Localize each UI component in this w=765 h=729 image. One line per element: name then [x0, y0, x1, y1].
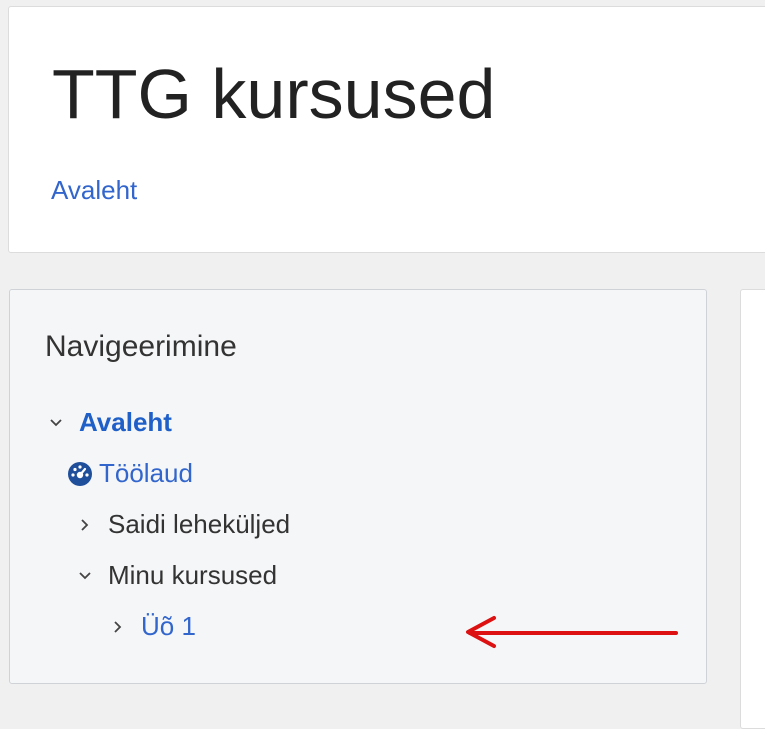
nav-item-dashboard[interactable]: Töölaud: [67, 458, 193, 489]
dashboard-gauge-icon: [67, 461, 93, 487]
nav-item-site-pages-label[interactable]: Saidi leheküljed: [108, 509, 290, 540]
breadcrumb-home-link[interactable]: Avaleht: [51, 175, 137, 206]
chevron-right-icon[interactable]: [107, 616, 129, 638]
nav-item-my-courses[interactable]: Minu kursused: [74, 560, 277, 591]
navigation-title: Navigeerimine: [45, 330, 237, 363]
nav-item-home-label[interactable]: Avaleht: [79, 407, 172, 438]
nav-item-course[interactable]: Üõ 1: [107, 611, 196, 642]
nav-item-course-label[interactable]: Üõ 1: [141, 611, 196, 642]
annotation-arrow-icon: [466, 616, 678, 648]
main-content-panel: [740, 289, 765, 729]
chevron-down-icon[interactable]: [74, 565, 96, 587]
chevron-down-icon[interactable]: [45, 412, 67, 434]
chevron-right-icon[interactable]: [74, 514, 96, 536]
page-header: TTG kursused Avaleht: [8, 6, 765, 253]
nav-item-dashboard-label[interactable]: Töölaud: [99, 458, 193, 489]
nav-item-home[interactable]: Avaleht: [45, 407, 172, 438]
nav-item-my-courses-label[interactable]: Minu kursused: [108, 560, 277, 591]
nav-item-site-pages[interactable]: Saidi leheküljed: [74, 509, 290, 540]
site-title: TTG kursused: [52, 55, 496, 133]
